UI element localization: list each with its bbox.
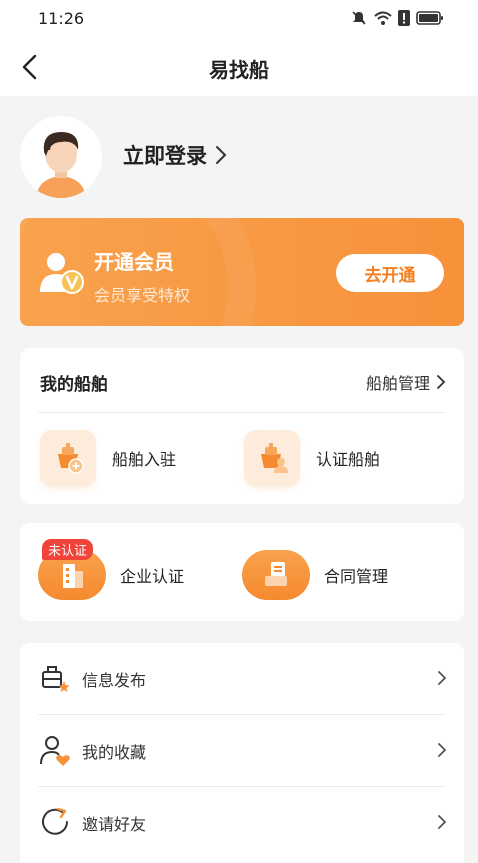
contract-manage-label: 合同管理: [324, 567, 389, 586]
enterprise-verify-label: 企业认证: [120, 567, 185, 586]
ship-add-icon: [40, 430, 96, 486]
login-link[interactable]: 立即登录: [123, 140, 227, 170]
enterprise-card: 企业认证 未认证 合同管理: [20, 523, 464, 621]
battery-icon: [416, 11, 443, 25]
chevron-right-icon: [216, 146, 227, 164]
status-bar: 11:26: [0, 0, 478, 38]
ship-verify-button[interactable]: 认证船舶: [244, 428, 380, 488]
my-ships-title: 我的船舶: [40, 375, 108, 395]
vip-banner: 开通会员 会员享受特权 去开通: [20, 218, 464, 326]
ship-register-label: 船舶入驻: [112, 450, 177, 469]
contract-icon: [242, 550, 310, 600]
chevron-right-icon: [437, 375, 446, 389]
status-icons: [350, 9, 444, 27]
vip-member-icon: [40, 253, 84, 294]
divider: [38, 412, 446, 413]
menu-label: 信息发布: [82, 671, 147, 690]
menu-item-invite[interactable]: 邀请好友: [20, 787, 464, 859]
menu-item-publish[interactable]: 信息发布: [20, 643, 464, 715]
publish-icon: [42, 666, 70, 692]
menu-label: 邀请好友: [82, 815, 147, 834]
favorite-user-icon: [40, 736, 70, 766]
invite-icon: [42, 807, 68, 835]
my-ships-card: 我的船舶 船舶管理 船舶入驻 认证船舶: [20, 348, 464, 504]
chevron-right-icon: [438, 671, 447, 685]
wifi-icon: [374, 11, 392, 25]
profile-section: 立即登录: [20, 116, 460, 200]
ship-verify-icon: [244, 430, 300, 486]
avatar[interactable]: [20, 116, 102, 198]
ship-manage-label: 船舶管理: [365, 374, 430, 393]
mute-icon: [352, 11, 366, 25]
contract-manage-button[interactable]: 合同管理: [242, 547, 388, 603]
menu-list: 信息发布 我的收藏 邀请好友: [20, 643, 464, 863]
menu-label: 我的收藏: [82, 743, 147, 762]
nav-bar: 易找船: [0, 38, 478, 96]
vip-subtitle: 会员享受特权: [94, 286, 191, 305]
default-avatar-icon: [20, 116, 102, 198]
alert-icon: [398, 10, 410, 26]
login-label: 立即登录: [123, 144, 207, 168]
ship-register-button[interactable]: 船舶入驻: [40, 428, 176, 488]
ship-verify-label: 认证船舶: [316, 450, 381, 469]
activate-vip-button[interactable]: 去开通: [336, 254, 444, 292]
status-time: 11:26: [38, 9, 85, 28]
ship-manage-link[interactable]: 船舶管理: [366, 370, 446, 394]
unverified-badge: 未认证: [42, 539, 94, 560]
chevron-right-icon: [438, 743, 447, 757]
page-title: 易找船: [209, 58, 269, 82]
chevron-right-icon: [438, 815, 447, 829]
menu-item-favorites[interactable]: 我的收藏: [20, 715, 464, 787]
vip-title: 开通会员: [94, 250, 174, 274]
